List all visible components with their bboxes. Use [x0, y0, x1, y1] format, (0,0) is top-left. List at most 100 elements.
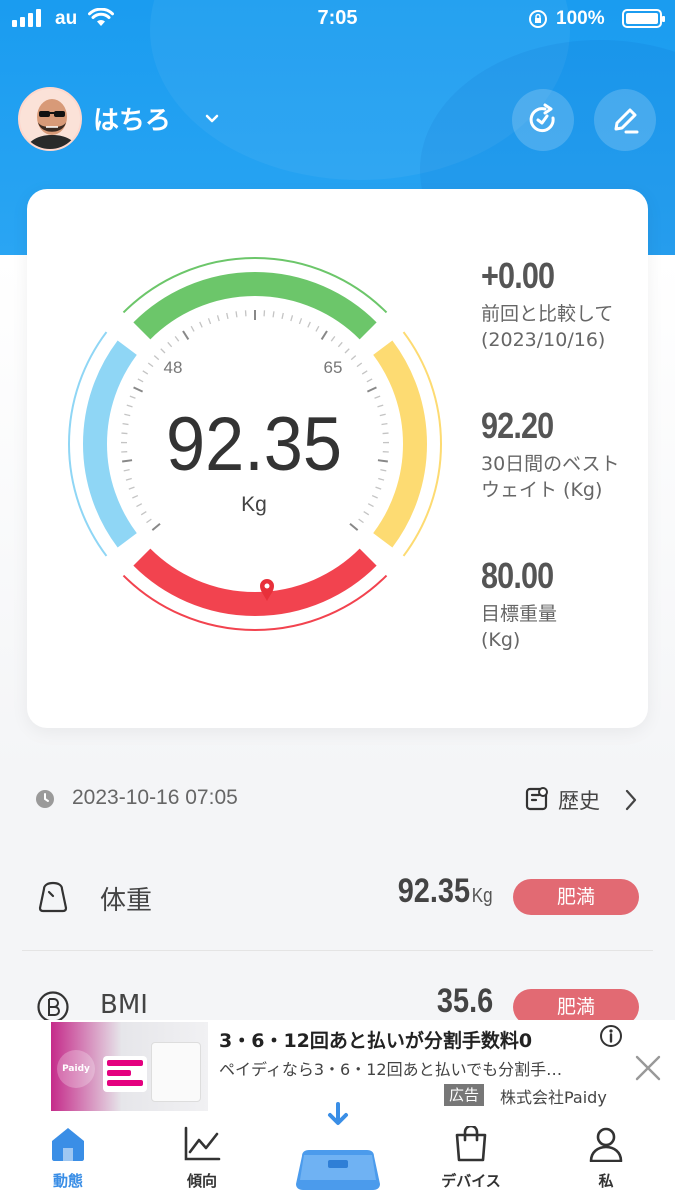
ad-banner[interactable]: Paidy 3・6・12回あと払いが分割手数料0 ペイディなら3・6・12回あと…: [0, 1020, 675, 1112]
edit-button[interactable]: [594, 89, 656, 151]
stat-best-weight: 92.20 30日間のベスト ウェイト (Kg): [481, 405, 620, 503]
gauge-tick: [381, 422, 388, 426]
gauge-tick: [174, 335, 180, 342]
clock-icon: [35, 789, 55, 813]
gauge-arc-obese: [133, 548, 377, 616]
gauge-tick: [129, 395, 136, 399]
record-datetime: 2023-10-16 07:05: [72, 786, 238, 809]
gauge-tick: [337, 341, 343, 348]
gauge-tick: [125, 477, 132, 481]
gauge-tick: [146, 518, 152, 524]
gauge-tick: [126, 404, 133, 408]
device-icon: [431, 1124, 511, 1162]
home-icon: [28, 1126, 108, 1162]
gauge-tick: [128, 486, 135, 490]
gauge-tick: [330, 335, 336, 342]
divider: [22, 950, 653, 951]
gauge-tick: [375, 486, 382, 490]
gauge-tick: [147, 362, 154, 368]
avatar[interactable]: [18, 87, 82, 151]
gauge-tick: [182, 330, 190, 340]
stat-best-label: 30日間のベスト ウェイト (Kg): [481, 453, 620, 501]
metric-value: 35.6: [436, 982, 493, 1020]
gauge-tick: [361, 370, 368, 375]
gauge-tick: [358, 518, 364, 524]
gauge-tick: [216, 315, 220, 322]
gauge-tick: [190, 325, 195, 332]
gauge-tick: [307, 321, 311, 328]
ad-description[interactable]: ペイディなら3・6・12回あと払いでも分割手…: [219, 1056, 599, 1080]
gauge-tick: [160, 348, 166, 354]
gauge-tick: [153, 355, 160, 361]
stat-change: +0.00 前回と比較して (2023/10/16): [481, 255, 613, 353]
close-icon[interactable]: [634, 1054, 662, 1086]
info-icon[interactable]: [599, 1024, 623, 1052]
gauge-tick: [377, 404, 384, 408]
gauge-tick: [356, 362, 363, 368]
gauge-tick: [363, 511, 370, 516]
chevron-down-icon[interactable]: [204, 110, 220, 129]
edit-icon: [614, 108, 639, 134]
orientation-lock-icon: [528, 9, 548, 35]
current-weight: 92.35: [166, 402, 342, 487]
tab-home[interactable]: 動態: [28, 1126, 108, 1191]
gauge-tick: [167, 341, 173, 348]
gauge-tick: [374, 395, 381, 399]
scale-weigh-button[interactable]: [290, 1100, 386, 1200]
gauge-tick: [235, 311, 238, 318]
stat-target-value: 80.00: [481, 555, 554, 596]
history-icon[interactable]: [524, 786, 550, 816]
gauge-tick: [136, 503, 143, 508]
weight-gauge: 48 65 92.35 Kg: [68, 257, 442, 631]
gauge-arc-overweight: [373, 340, 427, 548]
gauge-tick: [371, 494, 378, 499]
weight-summary-card: 48 65 92.35 Kg +0.00 前回と比較して (2023/10/16)…: [27, 189, 648, 728]
stat-target-label: 目標重量 (Kg): [481, 603, 558, 651]
gauge-tick: [349, 522, 359, 531]
gauge-tick: [142, 370, 149, 375]
gauge-tick: [226, 312, 229, 320]
gauge-tick: [315, 325, 320, 332]
gauge-tick: [366, 386, 377, 393]
ad-title[interactable]: 3・6・12回あと払いが分割手数料0: [219, 1026, 532, 1053]
tab-device[interactable]: デバイス: [431, 1124, 511, 1191]
trend-icon: [162, 1126, 242, 1162]
gauge-tick: [207, 318, 212, 325]
sync-icon: [529, 103, 555, 133]
gauge-tick: [151, 522, 161, 531]
gauge-tick: [132, 494, 139, 499]
gauge-tick: [123, 469, 130, 472]
gauge-tick: [122, 422, 129, 426]
ad-image[interactable]: Paidy: [51, 1022, 208, 1111]
battery-icon: [622, 9, 665, 28]
gauge-tick: [350, 355, 357, 361]
gauge-tick: [379, 413, 386, 417]
gauge-tick: [298, 318, 303, 325]
gauge-arc-underweight: [83, 340, 137, 548]
record-row: 2023-10-16 07:05 歴史: [0, 770, 675, 830]
gauge-arc-normal: [133, 272, 377, 340]
stat-best-value: 92.20: [481, 405, 554, 446]
history-link[interactable]: 歴史: [558, 785, 600, 815]
ad-tag: 広告: [444, 1084, 485, 1106]
tab-me[interactable]: 私: [566, 1126, 646, 1191]
stat-change-label: 前回と比較して (2023/10/16): [481, 303, 614, 351]
stat-target-weight: 80.00 目標重量 (Kg): [481, 555, 566, 653]
username[interactable]: はちろ: [93, 100, 171, 137]
metric-row-weight[interactable]: 体重 92.35Kg 肥満: [0, 848, 675, 948]
ad-logo: Paidy: [57, 1050, 95, 1088]
gauge-tick: [133, 386, 144, 393]
sync-button[interactable]: [512, 89, 574, 151]
tab-trend[interactable]: 傾向: [162, 1126, 242, 1191]
chevron-right-icon[interactable]: [624, 788, 638, 816]
gauge-tick: [137, 378, 144, 383]
gauge-tick: [378, 477, 385, 481]
gauge-tick: [199, 321, 203, 328]
metric-name: 体重: [100, 886, 153, 916]
gauge-tick: [122, 459, 133, 463]
weight-icon: [36, 880, 70, 918]
status-bar: au 7:05 100%: [0, 0, 675, 38]
gauge-tick: [367, 503, 374, 508]
gauge-tick: [290, 315, 294, 322]
gauge-tick: [272, 311, 275, 318]
